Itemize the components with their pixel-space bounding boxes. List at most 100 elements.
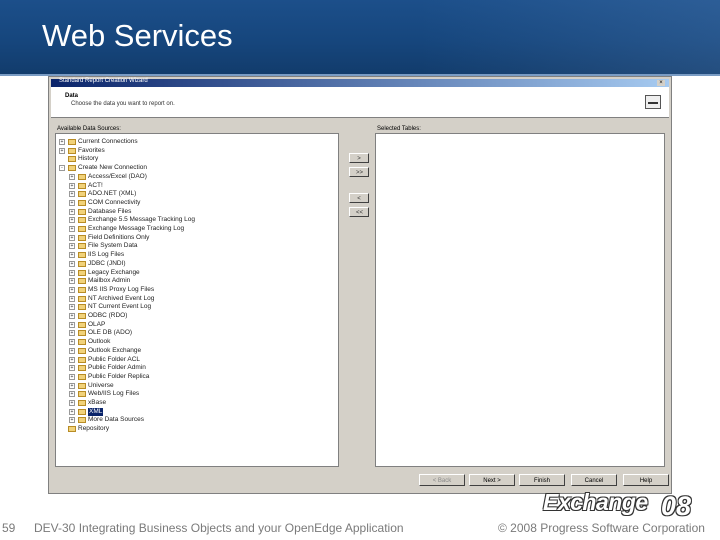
expander-icon[interactable]: + — [59, 139, 65, 145]
expander-icon[interactable]: + — [69, 234, 75, 241]
slide-title: Web Services — [42, 18, 233, 53]
folder-icon — [78, 226, 86, 232]
cancel-button[interactable]: Cancel — [571, 474, 617, 486]
remove-all-tables-button[interactable]: << — [349, 207, 369, 217]
back-button[interactable]: < Back — [419, 474, 465, 486]
folder-icon — [78, 365, 86, 372]
expander-icon[interactable]: + — [69, 278, 75, 285]
tree-item-label: XML — [88, 407, 104, 416]
tree-item-label: Access/Excel (DAO) — [88, 172, 147, 180]
wizard-header: Data Choose the data you want to report … — [51, 87, 669, 118]
expander-icon[interactable]: + — [69, 269, 75, 276]
folder-icon — [78, 330, 86, 337]
tree-item-label: Repository — [78, 425, 110, 433]
tree-item-label: Database Files — [88, 207, 132, 215]
finish-button[interactable]: Finish — [519, 474, 565, 486]
folder-icon — [78, 260, 86, 267]
folder-icon — [78, 391, 86, 398]
available-sources-tree[interactable]: + Current Connections + Favorites History - Cr… — [55, 133, 339, 467]
tree-item-label: JDBC (JNDI) — [88, 259, 126, 267]
logo-word: Exchange — [543, 489, 648, 515]
remove-table-button[interactable]: < — [349, 193, 369, 203]
tree-item-label: File System Data — [88, 242, 138, 250]
folder-icon — [78, 234, 86, 241]
expander-icon[interactable]: + — [69, 408, 75, 415]
folder-icon — [78, 208, 86, 215]
close-icon[interactable]: × — [657, 80, 665, 86]
tree-item-label: Exchange 5.5 Message Tracking Log — [88, 216, 195, 224]
wizard-header-subtitle: Choose the data you want to report on. — [71, 101, 175, 107]
tree-item-label: OLAP — [88, 320, 106, 328]
tree-item-label: OLE DB (ADO) — [88, 329, 133, 337]
tree-item-label: History — [78, 155, 99, 163]
expander-icon[interactable]: + — [69, 260, 75, 267]
folder-icon — [78, 295, 86, 302]
folder-icon — [78, 182, 86, 189]
folder-icon — [78, 269, 86, 276]
folder-icon — [78, 217, 86, 224]
folder-icon — [78, 417, 86, 424]
expander-icon[interactable]: + — [69, 373, 75, 380]
available-sources-label: Available Data Sources: — [57, 126, 121, 132]
expander-icon[interactable]: + — [69, 356, 75, 363]
expander-icon[interactable]: + — [69, 295, 75, 302]
tree-item-label: IIS Log Files — [88, 251, 125, 259]
tree-item-label: ADO.NET (XML) — [88, 190, 137, 198]
folder-icon — [68, 156, 76, 163]
tree-item-label: Public Folder Replica — [88, 372, 150, 380]
expander-icon[interactable]: + — [69, 382, 75, 389]
tree-item-label: Field Definitions Only — [88, 233, 150, 241]
expander-icon[interactable]: + — [69, 304, 75, 311]
folder-icon — [78, 382, 86, 389]
folder-icon — [78, 356, 86, 363]
tree-item-label: Outlook — [88, 338, 111, 346]
folder-icon — [78, 313, 86, 319]
wizard-data-icon — [645, 95, 661, 109]
expander-icon[interactable]: + — [69, 417, 75, 424]
selected-tables-list[interactable] — [375, 133, 665, 467]
expander-icon[interactable]: + — [69, 391, 75, 398]
tree-item-label: Create New Connection — [78, 164, 148, 172]
expander-icon[interactable]: + — [69, 286, 75, 293]
tree-item-label: Public Folder ACL — [88, 355, 141, 363]
logo-year: 08 — [661, 491, 692, 521]
folder-icon — [78, 286, 86, 293]
expander-icon[interactable]: + — [69, 173, 75, 180]
add-all-tables-button[interactable]: >> — [349, 167, 369, 177]
page-number: 59 — [2, 521, 16, 535]
tree-item-label: NT Archived Event Log — [88, 294, 155, 302]
expander-icon[interactable]: + — [69, 217, 75, 224]
tree-item-label: ODBC (RDO) — [88, 312, 128, 319]
window-titlebar: Standard Report Creation Wizard × — [51, 78, 669, 87]
expander-icon[interactable]: - — [59, 165, 65, 172]
expander-icon[interactable]: + — [69, 252, 75, 259]
expander-icon[interactable]: + — [69, 330, 75, 337]
expander-icon[interactable]: + — [69, 347, 75, 354]
tree-item-label: Current Connections — [78, 138, 138, 145]
folder-icon — [68, 426, 76, 433]
expander-icon[interactable]: + — [69, 400, 75, 406]
wizard-header-title: Data — [65, 93, 79, 99]
footer-session-title: DEV-30 Integrating Business Objects and … — [34, 521, 404, 535]
expander-icon[interactable]: + — [69, 339, 75, 346]
footer-copyright: © 2008 Progress Software Corporation — [498, 521, 705, 535]
expander-icon[interactable]: + — [69, 313, 75, 319]
next-button[interactable]: Next > — [469, 474, 515, 486]
expander-icon[interactable]: + — [69, 226, 75, 232]
expander-icon[interactable]: + — [69, 191, 75, 198]
expander-icon[interactable]: + — [69, 208, 75, 215]
expander-icon[interactable]: + — [69, 182, 75, 189]
tree-item-label: Mailbox Admin — [88, 277, 131, 285]
expander-icon[interactable]: + — [69, 321, 75, 328]
folder-icon — [78, 278, 86, 285]
add-table-button[interactable]: > — [349, 153, 369, 163]
window-title: Standard Report Creation Wizard — [59, 78, 148, 84]
help-button[interactable]: Help — [623, 474, 669, 486]
folder-icon — [78, 243, 86, 250]
expander-icon[interactable]: + — [69, 365, 75, 372]
folder-icon — [78, 173, 86, 180]
expander-icon[interactable]: + — [59, 147, 65, 154]
tree-item-label: ACT! — [88, 181, 103, 189]
expander-icon[interactable]: + — [69, 199, 75, 206]
expander-icon[interactable]: + — [69, 243, 75, 250]
